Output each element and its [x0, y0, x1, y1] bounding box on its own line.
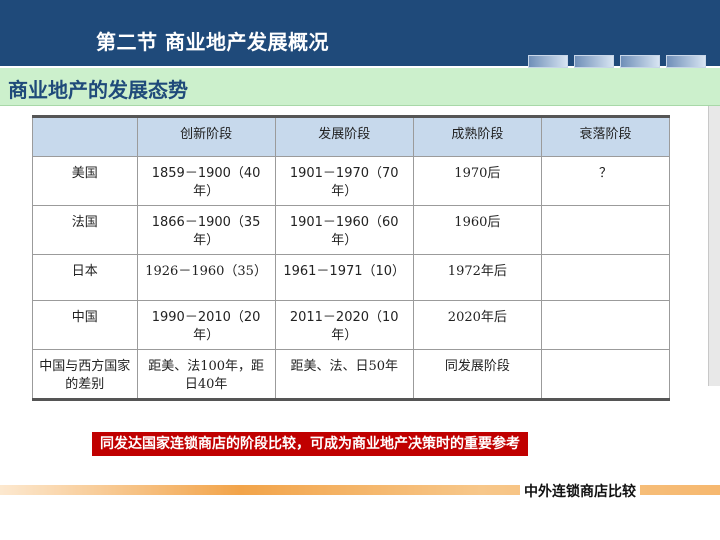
table-cell: ？: [540, 156, 671, 206]
table-cell: 中国与西方国家的差别: [32, 349, 138, 401]
table-cell: 1960后: [412, 205, 542, 255]
table-cell: 1926－1960（35）: [136, 254, 276, 301]
title-bar: 第二节 商业地产发展概况: [0, 0, 720, 68]
subtitle-bar: 商业地产的发展态势: [0, 68, 720, 106]
side-strip: [708, 106, 720, 386]
section-subtitle: 商业地产的发展态势: [8, 78, 188, 102]
table-cell: 1866－1900（35年）: [136, 205, 276, 255]
table-cell: [540, 300, 671, 350]
table-cell: 1859－1900（40年）: [136, 156, 276, 206]
table-row: 中国与西方国家的差别 距美、法100年，距日40年 距美、法、日50年 同发展阶…: [32, 349, 671, 401]
table-row: 法国 1866－1900（35年） 1901－1960（60年） 1960后: [32, 205, 671, 255]
header-thumbnail: [574, 55, 614, 68]
table-cell: 1901－1960（60年）: [274, 205, 414, 255]
highlight-note: 同发达国家连锁商店的阶段比较，可成为商业地产决策时的重要参考: [92, 432, 528, 456]
table-row: 日本 1926－1960（35） 1961－1971（10） 1972年后: [32, 254, 671, 301]
table-cell: 2020年后: [412, 300, 542, 350]
table-cell: 2011－2020（10年）: [274, 300, 414, 350]
table-header-cell: 成熟阶段: [412, 115, 542, 157]
table-header-cell: 创新阶段: [136, 115, 276, 157]
table-cell: 法国: [32, 205, 138, 255]
table-row: 中国 1990－2010（20年） 2011－2020（10年） 2020年后: [32, 300, 671, 350]
table-cell: 美国: [32, 156, 138, 206]
table-row: 美国 1859－1900（40年） 1901－1970（70年） 1970后 ？: [32, 156, 671, 206]
comparison-table: 创新阶段 发展阶段 成熟阶段 衰落阶段 美国 1859－1900（40年） 19…: [32, 115, 671, 401]
table-header-cell: 衰落阶段: [540, 115, 671, 157]
table-header-row: 创新阶段 发展阶段 成熟阶段 衰落阶段: [32, 115, 671, 157]
page-title: 第二节 商业地产发展概况: [96, 30, 329, 54]
table-cell: 日本: [32, 254, 138, 301]
footer-caption: 中外连锁商店比较: [520, 480, 640, 502]
table-cell: 1972年后: [412, 254, 542, 301]
table-cell: [540, 205, 671, 255]
header-thumbnail: [666, 55, 706, 68]
table-cell: 距美、法100年，距日40年: [136, 349, 276, 401]
table-cell: [540, 254, 671, 301]
table-cell: 中国: [32, 300, 138, 350]
table-cell: 同发展阶段: [412, 349, 542, 401]
table-cell: 1901－1970（70年）: [274, 156, 414, 206]
table-cell: 1961－1971（10）: [274, 254, 414, 301]
table-cell: 距美、法、日50年: [274, 349, 414, 401]
header-thumbnail: [620, 55, 660, 68]
table-header-cell: [32, 115, 138, 157]
table-cell: 1970后: [412, 156, 542, 206]
table-cell: [540, 349, 671, 401]
table-header-cell: 发展阶段: [274, 115, 414, 157]
header-thumbnail: [528, 55, 568, 68]
table-cell: 1990－2010（20年）: [136, 300, 276, 350]
header-thumbnails: [528, 55, 706, 68]
